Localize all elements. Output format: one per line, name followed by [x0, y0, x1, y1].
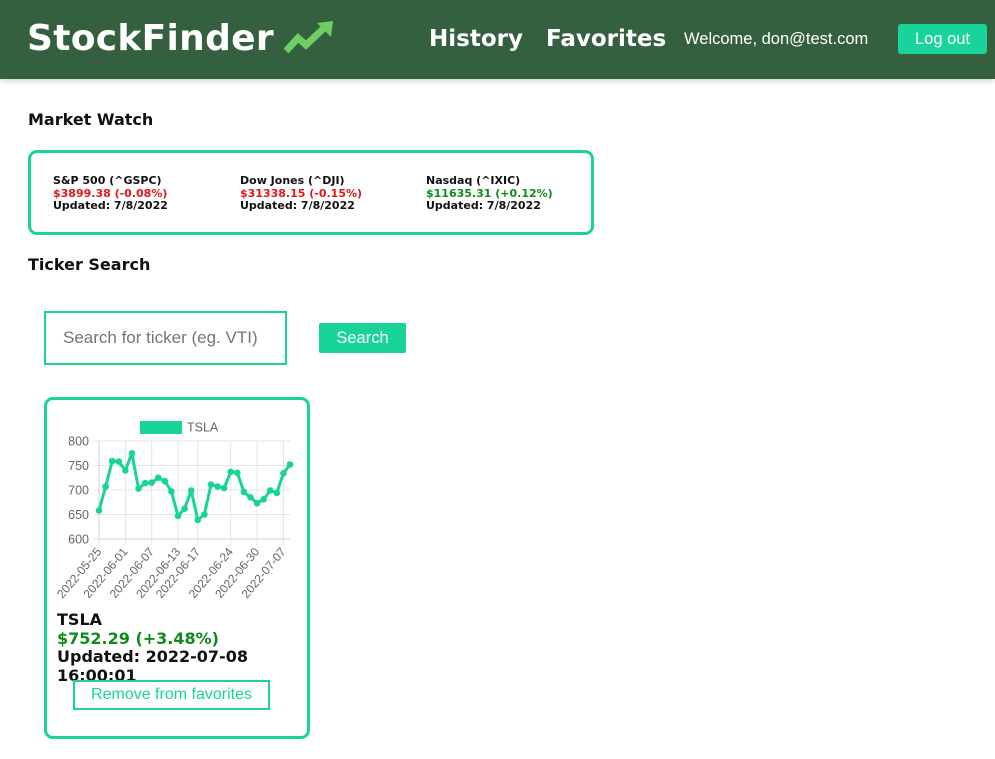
data-point: [174, 512, 182, 520]
data-point: [141, 479, 149, 487]
y-tick-label: 650: [68, 508, 89, 522]
search-button[interactable]: Search: [319, 323, 406, 353]
data-point: [122, 467, 129, 474]
ticker-info: TSLA $752.29 (+3.48%) Updated: 2022-07-0…: [57, 610, 307, 685]
index-updated: Updated: 7/8/2022: [53, 199, 168, 212]
data-point: [220, 484, 228, 492]
data-point: [168, 488, 175, 495]
legend-swatch: [140, 421, 182, 434]
brand-name: StockFinder: [27, 18, 274, 59]
y-tick-label: 700: [68, 484, 89, 498]
trending-up-icon: [283, 21, 334, 59]
index-sp500: S&P 500 (^GSPC) $3899.38 (-0.08%) Update…: [53, 174, 168, 213]
data-point: [102, 483, 109, 490]
y-tick-label: 600: [68, 533, 89, 547]
nav-history-link[interactable]: History: [429, 24, 523, 54]
data-point: [181, 505, 188, 512]
data-point: [234, 469, 241, 477]
ticker-search-title: Ticker Search: [28, 255, 151, 274]
favorite-stock-card: TSLA 800 750 700 650 600 2022-05-25 2022-06-01 2…: [44, 397, 310, 739]
y-tick-label: 800: [68, 435, 89, 449]
brand[interactable]: StockFinder: [27, 17, 334, 61]
data-point: [161, 477, 169, 485]
ticker-price-change: $752.29 (+3.48%): [57, 628, 219, 648]
data-point: [194, 516, 202, 524]
data-point: [227, 468, 235, 476]
data-point: [240, 488, 248, 496]
nav-favorites-link[interactable]: Favorites: [546, 24, 666, 54]
series-line: [97, 451, 292, 522]
data-point: [207, 481, 215, 488]
data-point: [273, 489, 281, 497]
data-point: [187, 487, 195, 494]
data-point: [280, 470, 287, 477]
data-point: [108, 457, 116, 465]
data-point: [253, 499, 261, 507]
data-point: [286, 461, 294, 468]
market-watch-panel: S&P 500 (^GSPC) $3899.38 (-0.08%) Update…: [28, 150, 594, 235]
data-point: [95, 507, 103, 514]
data-point: [201, 511, 208, 518]
ticker-search-input[interactable]: [44, 311, 287, 365]
index-name: Dow Jones (^DJI): [240, 174, 345, 187]
legend-label: TSLA: [187, 421, 219, 435]
data-point: [128, 449, 136, 457]
data-point: [247, 494, 254, 501]
market-watch-title: Market Watch: [28, 110, 154, 129]
index-dow-jones: Dow Jones (^DJI) $31338.15 (-0.15%) Upda…: [240, 174, 362, 213]
data-point: [154, 474, 162, 482]
index-updated: Updated: 7/8/2022: [426, 199, 541, 212]
index-name: S&P 500 (^GSPC): [53, 174, 162, 187]
index-name: Nasdaq (^IXIC): [426, 174, 521, 187]
ticker-symbol: TSLA: [57, 610, 103, 629]
index-updated: Updated: 7/8/2022: [240, 199, 355, 212]
data-point: [135, 485, 142, 492]
logout-button[interactable]: Log out: [898, 24, 987, 54]
data-point: [266, 487, 274, 494]
remove-from-favorites-button[interactable]: Remove from favorites: [73, 680, 270, 710]
data-point: [148, 479, 155, 486]
index-nasdaq: Nasdaq (^IXIC) $11635.31 (+0.12%) Update…: [426, 174, 553, 213]
data-point: [214, 483, 221, 490]
data-point: [115, 458, 123, 465]
data-point: [260, 496, 267, 503]
navbar: StockFinder History Favorites Welcome, d…: [0, 0, 995, 79]
y-tick-label: 750: [68, 459, 89, 473]
price-chart: TSLA8007507006506002022-05-252022-06-012…: [54, 421, 294, 601]
welcome-text: Welcome, don@test.com: [684, 30, 869, 48]
